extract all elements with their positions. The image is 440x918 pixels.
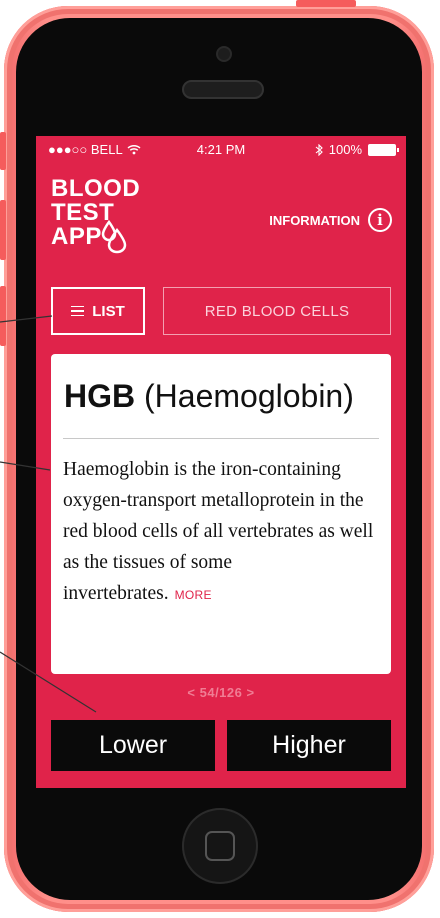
callout-line-list bbox=[0, 315, 53, 323]
callout-line-description bbox=[0, 461, 51, 471]
callout-line-buttons bbox=[0, 651, 97, 713]
annotation-lines bbox=[0, 315, 97, 713]
